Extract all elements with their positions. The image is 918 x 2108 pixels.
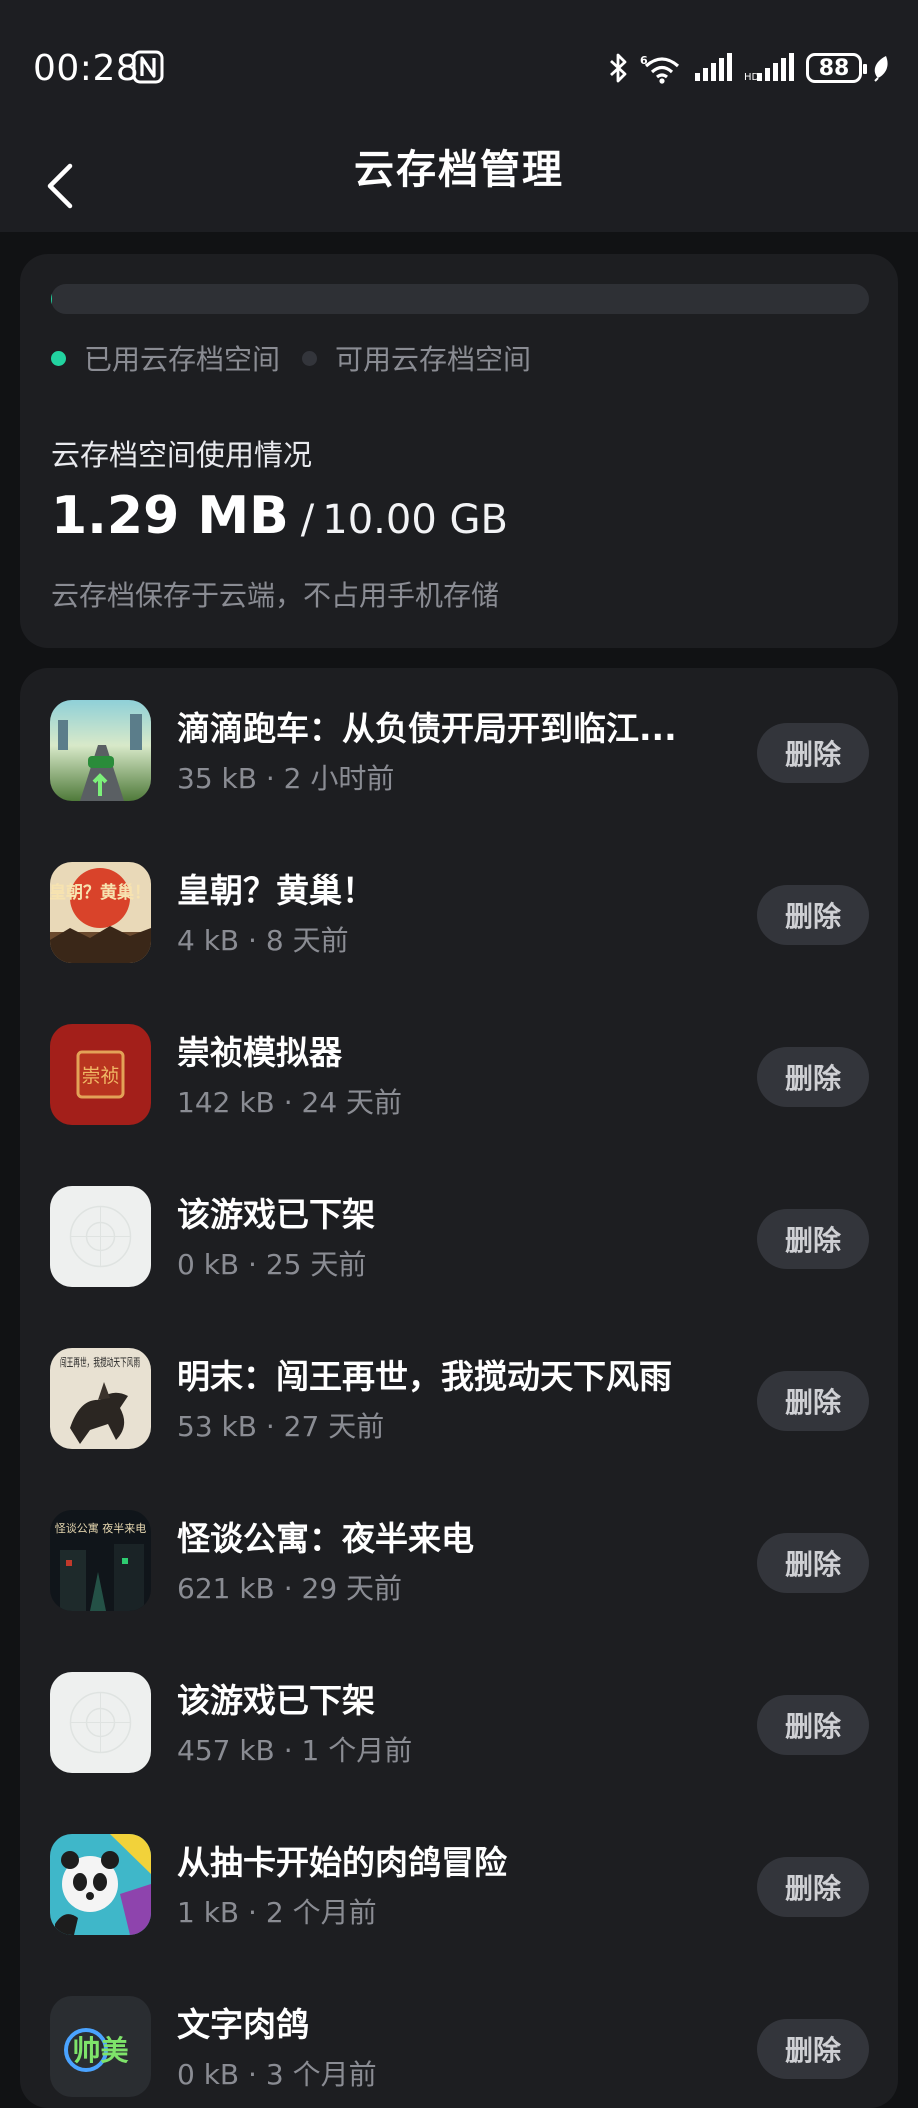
legend-used: 已用云存档空间 — [51, 338, 280, 378]
save-meta: 0 kB · 25 天前 — [177, 1243, 366, 1283]
usage-note: 云存档保存于云端，不占用手机存储 — [51, 574, 499, 614]
delete-button[interactable]: 删除 — [757, 1209, 869, 1269]
legend-used-label: 已用云存档空间 — [84, 338, 280, 378]
save-title: 该游戏已下架 — [177, 1674, 737, 1722]
used-dot-icon — [51, 351, 66, 366]
chongzhen-seal-icon: 崇祯 — [50, 1024, 151, 1125]
save-meta: 621 kB · 29 天前 — [177, 1567, 402, 1607]
back-arrow-icon[interactable] — [40, 152, 84, 220]
legend-available: 可用云存档空间 — [302, 338, 531, 378]
save-item: 崇祯 崇祯模拟器 142 kB · 24 天前 删除 — [20, 992, 898, 1154]
save-title: 滴滴跑车：从负债开局开到临江... — [177, 702, 737, 750]
status-bar: 00:28 6 HD 88 — [0, 0, 918, 140]
legend-available-label: 可用云存档空间 — [335, 338, 531, 378]
delete-button[interactable]: 删除 — [757, 1371, 869, 1431]
save-item: 从抽卡开始的肉鸽冒险 1 kB · 2 个月前 删除 — [20, 1802, 898, 1964]
save-item: 闯王再世，我搅动天下风雨 明末：闯王再世，我搅动天下风雨 53 kB · 27 … — [20, 1316, 898, 1478]
save-title: 怪谈公寓：夜半来电 — [177, 1512, 737, 1560]
save-title: 该游戏已下架 — [177, 1188, 737, 1236]
save-meta: 142 kB · 24 天前 — [177, 1081, 402, 1121]
apartment-text: 怪谈公寓 夜半来电 — [55, 1521, 147, 1535]
wifi-icon: 6 — [640, 52, 684, 84]
save-item: 帅美 文字肉鸽 0 kB · 3 个月前 删除 — [20, 1964, 898, 2108]
save-meta: 0 kB · 3 个月前 — [177, 2053, 377, 2093]
available-dot-icon — [302, 351, 317, 366]
painting-text: 闯王再世，我搅动天下风雨 — [60, 1355, 140, 1369]
signal-icon — [694, 53, 734, 83]
roguelike-text: 帅美 — [72, 2034, 128, 2067]
save-meta: 35 kB · 2 小时前 — [177, 757, 394, 797]
save-title: 崇祯模拟器 — [177, 1026, 737, 1074]
usage-value: 1.29 MB / 10.00 GB — [51, 486, 508, 546]
status-icons: 6 HD 88 — [608, 50, 890, 86]
placeholder-game-icon — [50, 1186, 151, 1287]
save-meta: 457 kB · 1 个月前 — [177, 1729, 412, 1769]
panda-game-icon — [50, 1834, 151, 1935]
status-time: 00:28 — [33, 48, 139, 89]
cloud-save-list: 滴滴跑车：从负债开局开到临江... 35 kB · 2 小时前 删除 皇朝？黄巢… — [20, 668, 898, 2108]
save-title: 文字肉鸽 — [177, 1998, 737, 2046]
bluetooth-icon — [608, 52, 630, 84]
dynasty-icon-text: 皇朝？黄巢！ — [50, 882, 151, 903]
delete-button[interactable]: 删除 — [757, 1533, 869, 1593]
usage-label: 云存档空间使用情况 — [51, 432, 312, 474]
placeholder-game-icon — [50, 1672, 151, 1773]
save-item: 该游戏已下架 0 kB · 25 天前 删除 — [20, 1154, 898, 1316]
save-item: 怪谈公寓 夜半来电 怪谈公寓：夜半来电 621 kB · 29 天前 删除 — [20, 1478, 898, 1640]
save-item: 滴滴跑车：从负债开局开到临江... 35 kB · 2 小时前 删除 — [20, 668, 898, 830]
racing-car-game-icon — [50, 700, 151, 801]
save-item: 皇朝？黄巢！ 皇朝？黄巢！ 4 kB · 8 天前 删除 — [20, 830, 898, 992]
battery-indicator: 88 — [806, 53, 862, 83]
save-title: 明末：闯王再世，我搅动天下风雨 — [177, 1350, 737, 1398]
save-title: 皇朝？黄巢！ — [177, 864, 737, 912]
leaf-icon — [872, 54, 890, 82]
save-meta: 4 kB · 8 天前 — [177, 919, 349, 959]
usage-legend: 已用云存档空间 可用云存档空间 — [51, 338, 553, 378]
used-amount: 1.29 MB — [51, 486, 289, 546]
signal-2-icon: HD — [744, 53, 796, 83]
delete-button[interactable]: 删除 — [757, 885, 869, 945]
save-item: 该游戏已下架 457 kB · 1 个月前 删除 — [20, 1640, 898, 1802]
delete-button[interactable]: 删除 — [757, 1695, 869, 1755]
delete-button[interactable]: 删除 — [757, 1857, 869, 1917]
delete-button[interactable]: 删除 — [757, 2019, 869, 2079]
save-meta: 1 kB · 2 个月前 — [177, 1891, 377, 1931]
haunted-apartment-icon: 怪谈公寓 夜半来电 — [50, 1510, 151, 1611]
delete-button[interactable]: 删除 — [757, 1047, 869, 1107]
horseman-painting-icon: 闯王再世，我搅动天下风雨 — [50, 1348, 151, 1449]
page-title: 云存档管理 — [0, 140, 918, 232]
save-title: 从抽卡开始的肉鸽冒险 — [177, 1836, 737, 1884]
save-meta: 53 kB · 27 天前 — [177, 1405, 384, 1445]
total-amount: 10.00 GB — [322, 497, 508, 543]
usage-separator: / — [301, 497, 314, 543]
storage-usage-card: 已用云存档空间 可用云存档空间 云存档空间使用情况 1.29 MB / 10.0… — [20, 254, 898, 648]
seal-text: 崇祯 — [81, 1065, 119, 1087]
storage-usage-bar — [51, 284, 869, 314]
dynasty-game-icon: 皇朝？黄巢！ — [50, 862, 151, 963]
delete-button[interactable]: 删除 — [757, 723, 869, 783]
nfc-icon — [132, 50, 164, 84]
app-bar: 云存档管理 — [0, 140, 918, 232]
